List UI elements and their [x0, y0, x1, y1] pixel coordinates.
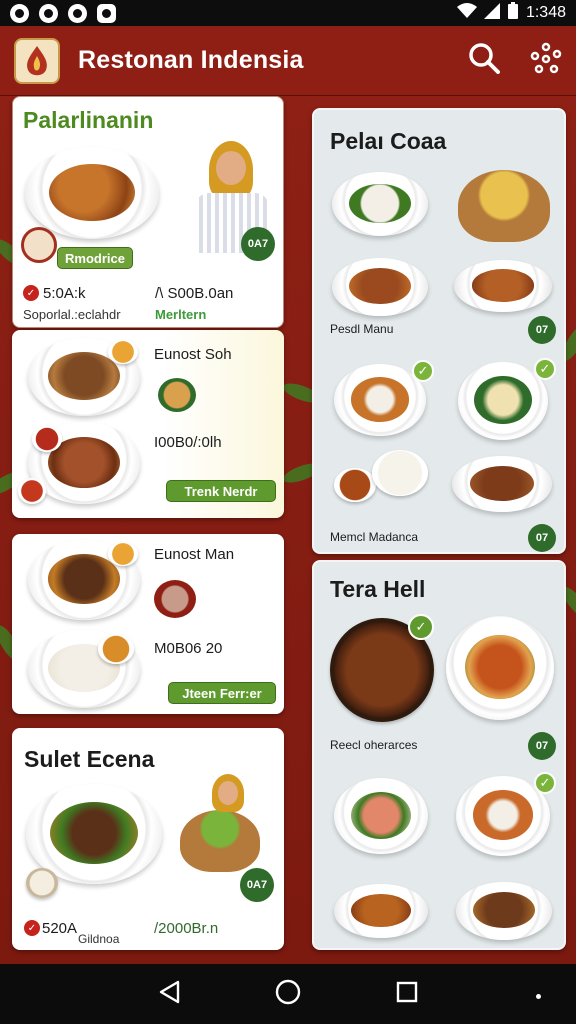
- food-image: [452, 456, 552, 512]
- battery-icon: [507, 2, 519, 24]
- food-image: [446, 616, 554, 720]
- app-bar: Restonan Indensia: [0, 26, 576, 96]
- count-badge: 07: [528, 732, 556, 760]
- price-left: 5:0A:k: [43, 285, 86, 302]
- menu-dot-icon[interactable]: [536, 994, 541, 999]
- rice-bowl-image: [372, 450, 428, 496]
- description-right: Merltern: [155, 307, 207, 322]
- count-badge: 07: [528, 524, 556, 552]
- card-title: Eunost Soh: [154, 346, 232, 363]
- check-icon: ✓: [534, 358, 556, 380]
- menu-card-2[interactable]: Eunost Soh I00B0/:0lh Trenk Nerdr: [12, 330, 284, 518]
- add-button[interactable]: Jteen Ferr:er: [168, 682, 276, 704]
- check-icon: ✓: [23, 285, 39, 301]
- add-button[interactable]: Trenk Nerdr: [166, 480, 276, 502]
- section-label: Pesdl Manu: [330, 322, 394, 336]
- back-icon[interactable]: [158, 980, 180, 1009]
- price-right: /\ S00B.0an: [155, 285, 234, 302]
- app-title: Restonan Indensia: [78, 46, 304, 74]
- card-title: Eunost Man: [154, 546, 235, 563]
- wifi-icon: [456, 3, 477, 23]
- basket-image: [458, 170, 550, 242]
- sauce-bowl-image: [18, 478, 46, 504]
- section-label: Memcl Madanca: [330, 530, 419, 544]
- food-image: [332, 258, 428, 316]
- check-icon: ✓: [24, 920, 40, 936]
- notification-icon: [10, 3, 29, 23]
- clock: 1:348: [525, 4, 566, 21]
- home-icon[interactable]: [275, 979, 301, 1010]
- notification-icon: [39, 3, 58, 23]
- description-left: Gildnoa: [78, 932, 120, 946]
- sauce-bowl-image: [108, 542, 138, 566]
- sauce-bowl-image: [98, 634, 134, 664]
- check-icon: ✓: [534, 772, 556, 794]
- food-image: [454, 260, 552, 312]
- notification-icon: [68, 3, 87, 23]
- description-left: Soporlal.:eclahdr: [23, 307, 121, 322]
- search-icon[interactable]: [468, 42, 500, 79]
- dish-thumbnail: [154, 580, 196, 618]
- avatar: [21, 227, 57, 263]
- recents-icon[interactable]: [396, 981, 418, 1008]
- panel-title: Pelaı Coaa: [330, 128, 447, 154]
- food-image: [332, 172, 428, 236]
- status-bar: 1:348: [0, 0, 576, 26]
- menu-card-1[interactable]: Palarlinanin Rmodrice 0A7 ✓ 5:0A:k /\ S0…: [12, 96, 284, 328]
- sauce-bowl-image: [108, 340, 138, 364]
- food-image: [456, 882, 552, 940]
- menu-card-3[interactable]: Eunost Man M0B06 20 Jteen Ferr:er: [12, 534, 284, 714]
- sauce-bowl-image: [32, 426, 62, 452]
- price: I00B0/:0lh: [154, 434, 222, 451]
- card-title: Palarlinanin: [23, 107, 154, 133]
- rice-bowl-image: [26, 868, 58, 898]
- signal-icon: [483, 3, 500, 23]
- basket-image: [180, 810, 260, 872]
- price-right: /2000Br.n: [154, 920, 219, 937]
- menu-panel-1[interactable]: Pelaı Coaa Pesdl Manu 07 ✓ ✓ Memcl Madan…: [312, 108, 566, 554]
- section-label: Reecl oherarces: [330, 738, 418, 752]
- sauce-bowl-image: [334, 468, 376, 502]
- price-left: 520A: [42, 920, 78, 937]
- check-icon: ✓: [408, 614, 434, 640]
- app-logo: [14, 37, 60, 84]
- chef-image: [208, 774, 248, 814]
- system-nav-bar: [0, 964, 576, 1024]
- share-icon[interactable]: [530, 42, 562, 79]
- rating-badge: 0A7: [240, 868, 274, 902]
- dish-thumbnail: [158, 378, 196, 412]
- price: M0B06 20: [154, 640, 223, 657]
- food-image: [334, 884, 428, 938]
- card-title: Sulet Ecena: [24, 746, 155, 772]
- menu-panel-2[interactable]: Tera Hell ✓ Reecl oherarces 07 ✓: [312, 560, 566, 950]
- food-image: [25, 147, 159, 239]
- check-icon: ✓: [412, 360, 434, 382]
- food-image: [334, 778, 428, 854]
- rating-badge: 0A7: [241, 227, 275, 261]
- notification-icon: [97, 3, 116, 23]
- panel-title: Tera Hell: [330, 576, 426, 602]
- content-area[interactable]: Palarlinanin Rmodrice 0A7 ✓ 5:0A:k /\ S0…: [0, 96, 576, 964]
- count-badge: 07: [528, 316, 556, 344]
- category-pill[interactable]: Rmodrice: [57, 247, 133, 269]
- menu-card-4[interactable]: Sulet Ecena 0A7 ✓ 520A Gildnoa /2000Br.n: [12, 728, 284, 950]
